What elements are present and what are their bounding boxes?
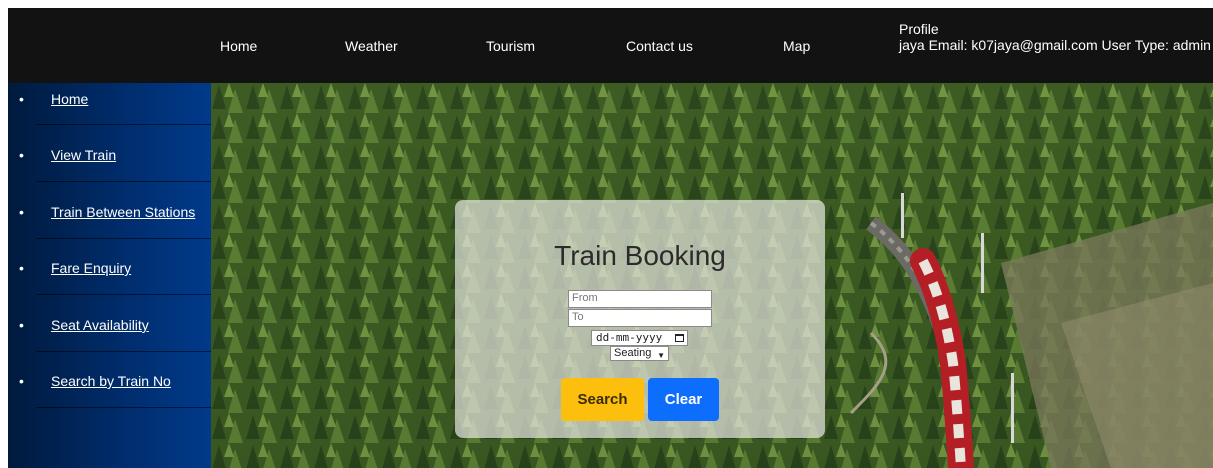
sidebar-item-home[interactable]: • Home [8, 89, 211, 146]
bullet: • [19, 260, 24, 276]
calendar-icon[interactable] [675, 334, 684, 342]
sidebar-item-fare-enquiry[interactable]: • Fare Enquiry [8, 258, 211, 315]
clear-button[interactable]: Clear [648, 378, 719, 421]
chevron-down-icon: ▼ [657, 351, 665, 360]
sidebar-divider [36, 238, 211, 239]
sidebar-link-search-by-train-no[interactable]: Search by Train No [51, 371, 171, 391]
sidebar-item-view-train[interactable]: • View Train [8, 145, 211, 202]
bullet: • [19, 373, 24, 389]
sidebar-link-fare-enquiry[interactable]: Fare Enquiry [51, 258, 131, 278]
profile-title: Profile [899, 21, 939, 37]
from-placeholder: From [572, 292, 598, 304]
class-selected-value: Seating [614, 347, 652, 359]
sidebar-divider [36, 181, 211, 182]
date-input[interactable]: dd-mm-yyyy [591, 330, 688, 346]
sidebar-divider [36, 294, 211, 295]
sidebar-link-train-between-stations[interactable]: Train Between Stations [51, 202, 195, 222]
from-input[interactable]: From [568, 290, 712, 308]
sidebar-link-home[interactable]: Home [51, 89, 88, 109]
sidebar-divider [36, 124, 211, 125]
page-title: Train Booking [554, 240, 726, 271]
nav-home[interactable]: Home [220, 38, 257, 54]
sidebar-item-train-between-stations[interactable]: • Train Between Stations [8, 202, 211, 259]
profile-info[interactable]: Profile jaya Email: k07jaya@gmail.com Us… [899, 21, 1211, 53]
date-placeholder: dd-mm-yyyy [596, 331, 663, 344]
bullet: • [19, 317, 24, 333]
nav-tourism[interactable]: Tourism [486, 38, 535, 54]
profile-details: jaya Email: k07jaya@gmail.com User Type:… [899, 37, 1211, 53]
sidebar-divider [36, 351, 211, 352]
class-select[interactable]: Seating ▼ [610, 346, 669, 361]
search-button[interactable]: Search [561, 378, 644, 421]
bullet: • [19, 204, 24, 220]
bullet: • [19, 91, 24, 107]
sidebar-divider [36, 407, 211, 408]
nav-map[interactable]: Map [783, 38, 810, 54]
to-placeholder: To [572, 311, 584, 323]
nav-contact-us[interactable]: Contact us [626, 38, 693, 54]
to-input[interactable]: To [568, 309, 712, 327]
nav-weather[interactable]: Weather [345, 38, 398, 54]
sidebar: • Home • View Train • Train Between Stat… [8, 83, 211, 468]
bullet: • [19, 147, 24, 163]
sidebar-link-seat-availability[interactable]: Seat Availability [51, 315, 149, 335]
sidebar-item-seat-availability[interactable]: • Seat Availability [8, 315, 211, 372]
page: Home Weather Tourism Contact us Map Prof… [0, 0, 1213, 468]
top-navbar: Home Weather Tourism Contact us Map Prof… [8, 8, 1213, 83]
sidebar-link-view-train[interactable]: View Train [51, 145, 116, 165]
sidebar-item-search-by-train-no[interactable]: • Search by Train No [8, 371, 211, 428]
